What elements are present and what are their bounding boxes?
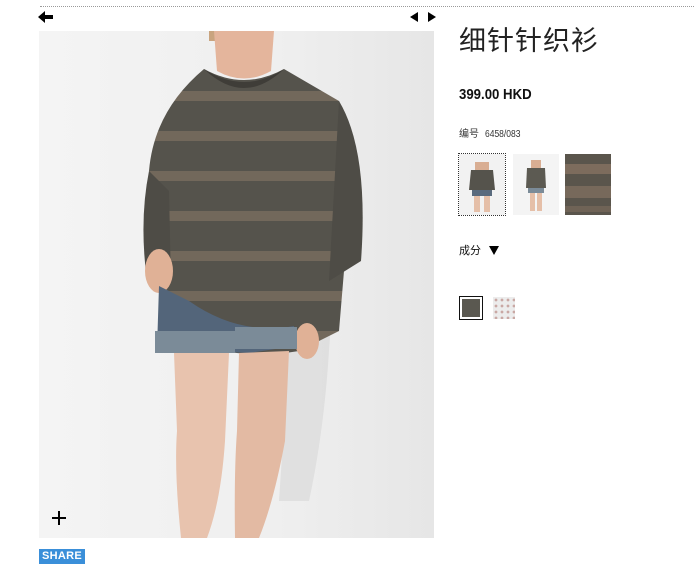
share-button[interactable]: SHARE <box>39 549 86 564</box>
thumbnail-side-view[interactable] <box>513 154 559 215</box>
color-swatch-pattern[interactable] <box>493 297 515 319</box>
previous-product-icon[interactable] <box>410 12 419 22</box>
product-reference: 编号 6458/083 <box>459 125 527 140</box>
top-divider <box>40 6 694 7</box>
product-price: 399.00 HKD <box>459 86 532 103</box>
zoom-plus-icon[interactable] <box>50 509 68 527</box>
color-swatch-gray-selected[interactable] <box>459 296 483 320</box>
main-product-image <box>39 31 434 538</box>
composition-toggle[interactable]: 成分 <box>459 242 499 258</box>
swatch-fill <box>462 299 480 317</box>
product-title: 细针针织衫 <box>459 26 599 57</box>
triangle-down-icon <box>489 245 499 255</box>
thumbnail-detail-view[interactable] <box>565 154 611 215</box>
thumbnail-front-view[interactable] <box>458 153 506 216</box>
back-arrow-icon[interactable] <box>38 10 54 24</box>
model-photo <box>39 31 434 538</box>
composition-label: 成分 <box>459 244 481 257</box>
next-product-icon[interactable] <box>427 12 436 22</box>
reference-value: 6458/083 <box>485 129 521 140</box>
reference-label: 编号 <box>459 129 479 140</box>
